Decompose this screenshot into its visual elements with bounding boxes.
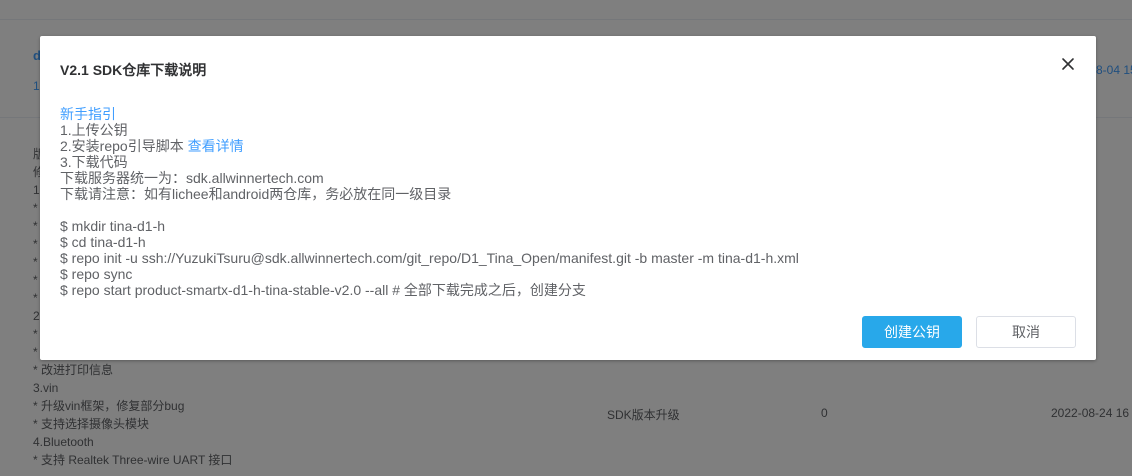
sdk-download-dialog: V2.1 SDK仓库下载说明 新手指引 1.上传公钥 2.安装repo引导脚本 … [40,36,1096,360]
step-upload-key: 1.上传公钥 [60,122,128,138]
cancel-button[interactable]: 取消 [976,316,1076,348]
beginner-guide-link[interactable]: 新手指引 [60,106,1070,122]
command-line: $ repo start product-smartx-d1-h-tina-st… [60,282,586,298]
command-line: $ cd tina-d1-h [60,234,146,250]
command-line: $ repo sync [60,266,133,282]
server-info: 下载服务器统一为：sdk.allwinnertech.com [60,170,324,186]
close-icon [1062,58,1074,70]
command-line: $ repo init -u ssh://YuzukiTsuru@sdk.all… [60,250,799,266]
command-line: $ mkdir tina-d1-h [60,218,166,234]
dialog-body: 新手指引 1.上传公钥 2.安装repo引导脚本 查看详情 3.下载代码 下载服… [60,106,1070,298]
create-key-button[interactable]: 创建公钥 [862,316,962,348]
view-details-link[interactable]: 查看详情 [188,138,244,154]
dialog-title: V2.1 SDK仓库下载说明 [60,62,207,78]
step-install-repo-text: 2.安装repo引导脚本 [60,138,188,154]
step-download-code: 3.下载代码 [60,154,128,170]
download-note: 下载请注意：如有lichee和android两仓库，务必放在同一级目录 [60,186,452,202]
step-install-repo: 2.安装repo引导脚本 查看详情 [60,138,1070,154]
close-icon[interactable] [1060,56,1076,72]
